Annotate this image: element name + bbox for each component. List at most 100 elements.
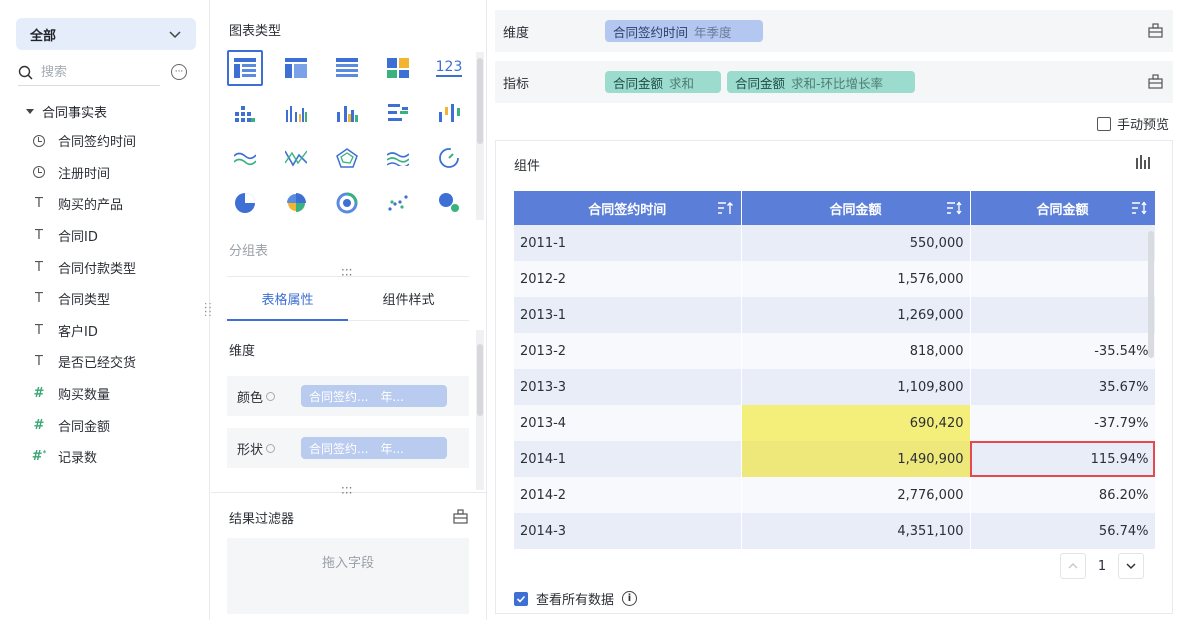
view-all-data-toggle[interactable]: 查看所有数据 i (514, 589, 638, 608)
more-options-icon[interactable]: ··· (171, 64, 187, 80)
search-box (18, 60, 160, 86)
column-header[interactable]: 合同金额 (970, 191, 1156, 225)
bar-icon[interactable] (380, 95, 416, 131)
field-list: 合同签约时间 注册时间 T 购买的产品 T 合同ID T 合同付款类型 T 合同类型 T… (32, 125, 136, 473)
cross-table-icon[interactable] (329, 50, 365, 86)
chevron-down-icon (1126, 563, 1136, 570)
shelf-settings-icon[interactable] (1148, 74, 1163, 89)
kpi-block-icon[interactable] (380, 50, 416, 86)
field-item[interactable]: T 合同ID (32, 220, 136, 252)
component-preview: 组件 合同签约时间 合同金额 合同金额 2011-1 550,000 2012-… (495, 140, 1173, 614)
manual-preview-toggle[interactable]: 手动预览 (1096, 114, 1169, 133)
field-item[interactable]: 合同签约时间 (32, 125, 136, 157)
field-item[interactable]: # 购买数量 (32, 378, 136, 410)
search-icon (18, 65, 33, 80)
measure-shelf: 指标 合同金额 求和 合同金额 求和-环比增长率 (495, 61, 1173, 103)
area-icon[interactable] (227, 140, 263, 176)
view-all-checkbox[interactable] (514, 591, 528, 606)
selected-chart-label: 分组表 (229, 244, 269, 259)
table-name: 合同事实表 (42, 106, 108, 121)
view-all-label: 查看所有数据 (536, 593, 615, 608)
scatter-icon[interactable] (380, 185, 416, 221)
pagination: 1 (1060, 553, 1144, 579)
field-label: 合同签约时间 (58, 135, 137, 151)
pie-icon[interactable] (227, 185, 263, 221)
column-header[interactable]: 合同金额 (741, 191, 971, 225)
chevron-down-icon (169, 31, 181, 39)
ring-icon[interactable] (329, 185, 365, 221)
text-field-icon: T (35, 259, 43, 275)
gear-icon[interactable] (266, 391, 276, 401)
text-field-icon: T (35, 291, 43, 307)
prev-page-button[interactable] (1060, 553, 1086, 579)
chart-switch-icon[interactable] (1136, 155, 1152, 169)
color-label: 颜色 (237, 390, 264, 406)
table-row: 2011-1 550,000 (514, 225, 1156, 261)
number-card-icon[interactable]: 123 (431, 50, 467, 86)
line-icon[interactable] (278, 140, 314, 176)
table-node[interactable]: 合同事实表 (26, 102, 107, 121)
gauge-icon[interactable] (431, 140, 467, 176)
field-item[interactable]: T 合同类型 (32, 283, 136, 315)
alert-cell: 115.94% (970, 441, 1156, 477)
detail-table-icon[interactable] (278, 50, 314, 86)
info-icon[interactable]: i (622, 591, 638, 606)
measure-field-pill[interactable]: 合同金额 求和 (605, 71, 721, 93)
tab-table-properties[interactable]: 表格属性 (227, 277, 348, 321)
table-scrollbar[interactable] (1148, 231, 1154, 358)
shape-dimension-pill[interactable]: 合同签约... 年... (301, 437, 447, 459)
field-item[interactable]: # * 记录数 (32, 441, 136, 473)
shape-label: 形状 (237, 442, 264, 458)
count-field-icon: # * (31, 449, 47, 465)
number-field-icon: # (33, 386, 45, 402)
chart-type-title: 图表类型 (229, 24, 282, 39)
shape-property: 形状 合同签约... 年... (227, 428, 469, 468)
field-item[interactable]: T 购买的产品 (32, 188, 136, 220)
measure-shelf-label: 指标 (503, 76, 530, 92)
field-label: 购买的产品 (58, 198, 124, 214)
next-page-button[interactable] (1118, 553, 1144, 579)
column-icon[interactable] (329, 95, 365, 131)
filter-drop-zone[interactable]: 拖入字段 (227, 538, 469, 614)
table-row: 2013-1 1,269,000 (514, 297, 1156, 333)
manual-preview-checkbox[interactable] (1096, 116, 1111, 131)
bubble-icon[interactable] (431, 185, 467, 221)
stacked-area-icon[interactable] (380, 140, 416, 176)
field-item[interactable]: T 合同付款类型 (32, 251, 136, 283)
field-item[interactable]: # 合同金额 (32, 409, 136, 441)
sort-ascending-icon[interactable] (717, 201, 733, 215)
field-item[interactable]: T 客户ID (32, 315, 136, 347)
field-item[interactable]: 注册时间 (32, 157, 136, 189)
chart-type-scrollbar[interactable] (476, 52, 484, 220)
gear-icon[interactable] (266, 443, 276, 453)
sort-icon[interactable] (1131, 201, 1147, 215)
shelf-settings-icon[interactable] (1148, 23, 1163, 38)
result-filter-title: 结果过滤器 (229, 512, 295, 527)
time-field-icon (32, 134, 46, 147)
property-scrollbar[interactable] (476, 330, 484, 490)
sort-icon[interactable] (946, 201, 962, 215)
measure-field-pill[interactable]: 合同金额 求和-环比增长率 (727, 71, 915, 93)
waterfall-icon[interactable] (431, 95, 467, 131)
column-header[interactable]: 合同签约时间 (514, 191, 742, 225)
text-field-icon: T (35, 228, 43, 244)
dimension-field-pill[interactable]: 合同签约时间 年季度 (605, 20, 763, 42)
dot-column-icon[interactable] (227, 95, 263, 131)
radar-icon[interactable] (329, 140, 365, 176)
scope-label: 全部 (30, 28, 57, 44)
bi-editor: 全部 ··· 合同事实表 合同签约时间 注册时间 T购买的产品 T合同ID T合… (0, 0, 1177, 620)
field-item[interactable]: T 是否已经交货 (32, 346, 136, 378)
resize-handle-icon[interactable]: ··· ··· (341, 482, 352, 499)
color-dimension-pill[interactable]: 合同签约... 年... (301, 385, 447, 407)
search-input[interactable] (41, 65, 151, 80)
data-panel: 全部 ··· 合同事实表 合同签约时间 注册时间 T购买的产品 T合同ID T合… (0, 0, 212, 620)
tab-component-style[interactable]: 组件样式 (348, 277, 469, 320)
scope-dropdown[interactable]: 全部 (16, 18, 196, 50)
grouped-table-icon[interactable] (227, 50, 263, 86)
chart-type-grid: 123 (227, 50, 473, 221)
filter-settings-icon[interactable] (453, 509, 468, 524)
multi-column-icon[interactable] (278, 95, 314, 131)
table-row: 2014-2 2,776,000 86.20% (514, 477, 1156, 513)
rose-pie-icon[interactable] (278, 185, 314, 221)
field-label: 合同金额 (58, 419, 111, 435)
